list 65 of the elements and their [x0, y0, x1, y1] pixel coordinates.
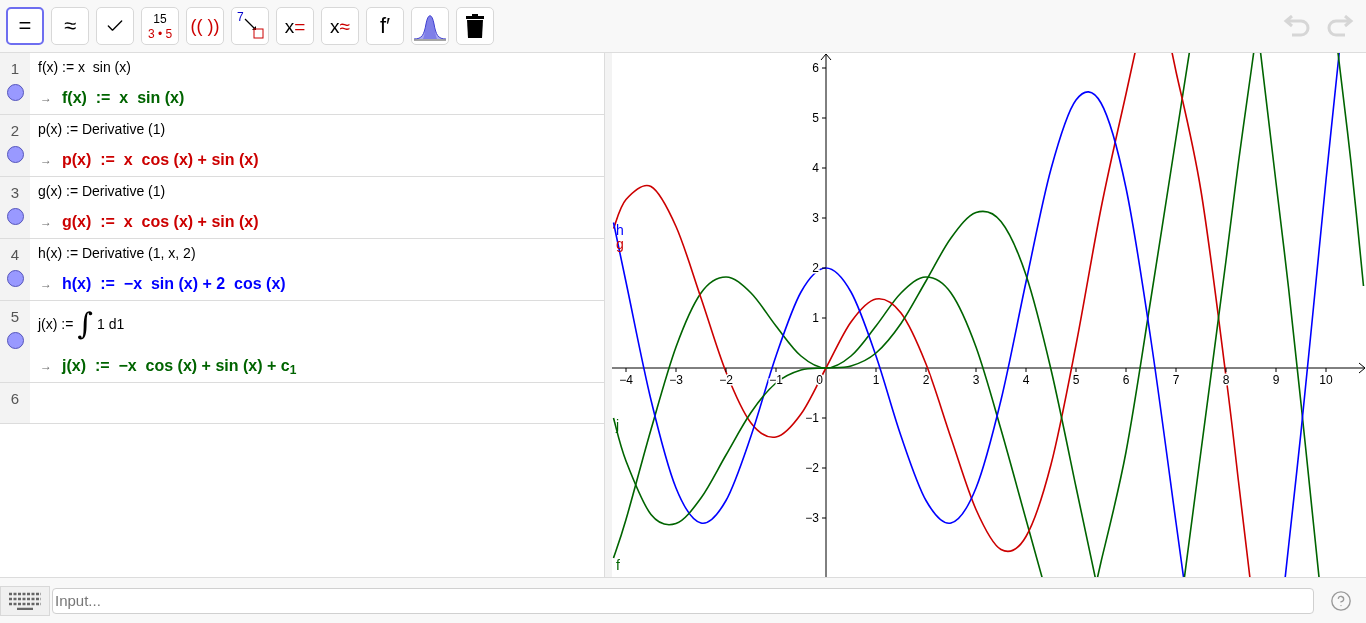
x-tick-label: 5 — [1072, 373, 1080, 387]
cas-output: h(x) := −x sin (x) + 2 cos (x) — [62, 274, 286, 294]
x-tick-label: 1 — [872, 373, 880, 387]
row-number: 1 — [10, 59, 20, 79]
toolbar-button[interactable]: ≈ — [51, 7, 89, 45]
toolbar-button[interactable] — [456, 7, 494, 45]
cas-output: j(x) := −x cos (x) + sin (x) + c$_{1}$ — [62, 356, 297, 378]
y-tick-label: −1 — [805, 411, 819, 425]
cas-output: f(x) := x sin (x) — [62, 88, 185, 108]
x-tick-label: 9 — [1272, 373, 1280, 387]
y-tick-label: 3 — [812, 211, 819, 225]
trash-icon — [465, 13, 485, 39]
result-arrow: → — [39, 214, 52, 231]
cas-input[interactable]: 1 d1 — [97, 313, 125, 335]
x-tick-label: −4 — [619, 373, 633, 387]
x-tick-label: 10 — [1319, 373, 1333, 387]
row-number: 5 — [10, 307, 20, 327]
cas-input[interactable]: h(x) := Derivative (1, x, 2) — [38, 242, 196, 264]
toolbar-button[interactable]: x≈ — [321, 7, 359, 45]
visibility-toggle[interactable] — [6, 83, 24, 101]
curve-label: h — [616, 221, 624, 238]
y-tick-label: 4 — [812, 161, 819, 175]
toolbar-button[interactable]: 15 3 • 5 — [141, 7, 179, 45]
help-icon[interactable] — [1330, 589, 1352, 612]
result-arrow: → — [39, 90, 52, 107]
visibility-toggle[interactable] — [6, 331, 24, 349]
y-tick-label: −2 — [805, 461, 819, 475]
cas-output: g(x) := x cos (x) + sin (x) — [62, 212, 259, 232]
y-tick-label: −3 — [805, 511, 819, 525]
cas-input[interactable]: f(x) := x sin (x) — [38, 56, 131, 78]
toolbar-button[interactable]: 7 — [231, 7, 269, 45]
x-tick-label: 2 — [922, 373, 930, 387]
cas-output: p(x) := x cos (x) + sin (x) — [62, 150, 259, 170]
integral-sign: ∫ — [77, 309, 94, 339]
toolbar-button[interactable]: (( )) — [186, 7, 224, 45]
x-tick-label: 7 — [1172, 373, 1180, 387]
keyboard-button[interactable] — [0, 585, 50, 616]
y-tick-label: 5 — [812, 111, 819, 125]
curve-label: f — [616, 557, 620, 573]
x-tick-label: 4 — [1022, 373, 1030, 387]
visibility-toggle[interactable] — [6, 269, 24, 287]
keyboard-icon — [8, 591, 42, 610]
result-arrow: → — [39, 276, 52, 293]
toolbar-button[interactable]: f′ — [366, 7, 404, 45]
toolbar-button[interactable]: x= — [276, 7, 314, 45]
x-tick-label: 3 — [972, 373, 980, 387]
result-arrow: → — [39, 358, 52, 375]
x-tick-label: 6 — [1122, 373, 1130, 387]
row-number: 6 — [10, 389, 20, 409]
cas-input[interactable]: g(x) := Derivative (1) — [38, 180, 166, 202]
y-tick-label: 1 — [812, 311, 819, 325]
row-number: 3 — [10, 183, 20, 203]
row-number: 4 — [10, 245, 20, 265]
cas-input[interactable]: p(x) := Derivative (1) — [38, 118, 166, 140]
y-tick-label: 6 — [812, 61, 819, 75]
input-field[interactable]: Input... — [52, 587, 1314, 614]
arrow-icon — [243, 17, 265, 39]
visibility-toggle[interactable] — [6, 145, 24, 163]
y-tick-label: 2 — [812, 261, 819, 275]
cas-input[interactable]: j(x) := — [38, 313, 74, 335]
row-number: 2 — [10, 121, 20, 141]
x-tick-label: −3 — [669, 373, 683, 387]
result-arrow: → — [39, 152, 52, 169]
toolbar-button[interactable]: = — [6, 7, 44, 45]
visibility-toggle[interactable] — [6, 207, 24, 225]
